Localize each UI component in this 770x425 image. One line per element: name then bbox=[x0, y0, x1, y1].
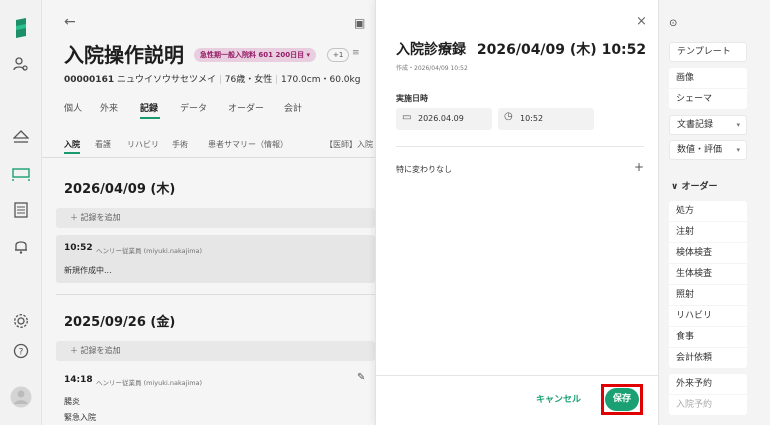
record-time: 10:52 bbox=[64, 243, 93, 253]
sidebar-item-outpatient-reservation[interactable]: 外来予約 bbox=[669, 374, 747, 394]
bed-icon[interactable] bbox=[0, 167, 42, 185]
divider bbox=[42, 157, 375, 158]
patient-record-panel: ← ▣ 入院操作説明 急性期一般入院料 601 200日目 ▾ +1 ≡ 000… bbox=[42, 0, 375, 425]
patient-body: 170.0cm・60.0kg bbox=[281, 75, 361, 85]
add-record-label: ＋ 記録を追加 bbox=[70, 213, 121, 222]
subtab-doctor-admission[interactable]: 【医師】入院 bbox=[325, 139, 373, 150]
patient-id: 00000161 bbox=[64, 75, 115, 85]
sidebar-item-radiation[interactable]: 照射 bbox=[669, 285, 747, 305]
record-body-line2: 緊急入院 bbox=[64, 413, 96, 422]
subtab-nursing[interactable]: 看護 bbox=[95, 139, 111, 150]
avatar[interactable] bbox=[0, 386, 42, 412]
sidebar-item-schema[interactable]: シェーマ bbox=[669, 89, 747, 109]
record-author: ヘンリー従業員 (miyuki.nakajima) bbox=[96, 247, 203, 255]
insurance-badge-label: 急性期一般入院料 601 200日目 bbox=[200, 51, 305, 59]
right-sidebar: ⊙ テンプレート 画像 シェーマ 文書記録 ▾ 数値・評価 ▾ ∨ オーダー 処方 … bbox=[658, 0, 770, 425]
doc-record-label: 文書記録 bbox=[677, 120, 714, 130]
sidebar-item-physiological-test[interactable]: 生体検査 bbox=[669, 264, 747, 284]
record-author: ヘンリー従業員 (miyuki.nakajima) bbox=[96, 379, 203, 387]
settings-icon[interactable] bbox=[0, 313, 42, 333]
svg-text:?: ? bbox=[19, 348, 24, 358]
patient-age-sex: 76歳・女性 bbox=[224, 75, 273, 85]
active-tab-indicator bbox=[140, 117, 160, 119]
record-card[interactable]: 10:52 ヘンリー従業員 (miyuki.nakajima) 新規作成中... bbox=[56, 235, 375, 283]
icon-rail: ? bbox=[0, 0, 42, 425]
close-icon[interactable]: × bbox=[636, 14, 647, 29]
patient-kana: ニュウイソウサセツメイ bbox=[116, 75, 216, 85]
tab-outpatient[interactable]: 外来 bbox=[100, 101, 118, 114]
chevron-down-icon: ∨ bbox=[671, 182, 679, 192]
section-label: 特に変わりなし bbox=[396, 165, 452, 174]
modal-title: 入院診療録 2026/04/09 (木) 10:52 bbox=[396, 39, 646, 59]
sidebar-item-meal[interactable]: 食事 bbox=[669, 327, 747, 347]
more-badges-button[interactable]: +1 bbox=[327, 48, 350, 62]
sidebar-item-specimen-test[interactable]: 検体検査 bbox=[669, 243, 747, 263]
subtab-summary[interactable]: 患者サマリー（情報） bbox=[208, 139, 288, 150]
clock-icon: ◷ bbox=[504, 111, 513, 122]
document-icon[interactable] bbox=[0, 202, 42, 222]
help-icon[interactable]: ? bbox=[0, 343, 42, 363]
sidebar-item-image[interactable]: 画像 bbox=[669, 68, 747, 88]
add-record-button[interactable]: ＋ 記録を追加 bbox=[56, 208, 375, 228]
bell-icon[interactable] bbox=[0, 238, 42, 258]
add-section-icon[interactable]: + bbox=[634, 160, 644, 174]
logo-icon[interactable] bbox=[0, 18, 42, 42]
subtab-admission[interactable]: 入院 bbox=[64, 139, 80, 150]
time-input[interactable]: ◷ 10:52 bbox=[498, 108, 594, 130]
active-subtab-indicator bbox=[64, 152, 80, 154]
date-value: 2026.04.09 bbox=[418, 114, 464, 123]
patient-info: 00000161 ニュウイソウサセツメイ | 76歳・女性 | 170.0cm・… bbox=[64, 75, 361, 85]
add-record-label: ＋ 記録を追加 bbox=[70, 346, 121, 355]
subtab-surgery[interactable]: 手術 bbox=[172, 139, 188, 150]
divider bbox=[396, 146, 644, 147]
eject-icon[interactable] bbox=[0, 130, 42, 148]
footer-divider bbox=[376, 375, 659, 376]
record-editor-modal: × 入院診療録 2026/04/09 (木) 10:52 作成・2026/04/… bbox=[375, 0, 659, 425]
sidebar-item-admission-reservation[interactable]: 入院予約 bbox=[669, 395, 747, 415]
field-label: 実施日時 bbox=[396, 94, 428, 103]
sidebar-item-injection[interactable]: 注射 bbox=[669, 222, 747, 242]
menu-icon[interactable]: ≡ bbox=[352, 48, 360, 58]
patient-name: 入院操作説明 bbox=[64, 43, 184, 67]
modal-title-text: 入院診療録 bbox=[396, 42, 466, 58]
record-date-heading: 2025/09/26 (金) bbox=[64, 315, 176, 330]
modal-datetime: 2026/04/09 (木) 10:52 bbox=[476, 42, 647, 58]
date-input[interactable]: ▭ 2026.04.09 bbox=[396, 108, 492, 130]
back-button[interactable]: ← bbox=[64, 14, 76, 30]
sidebar-item-rehab[interactable]: リハビリ bbox=[669, 306, 747, 326]
time-value: 10:52 bbox=[520, 114, 544, 123]
record-body: 腸炎 bbox=[64, 397, 80, 406]
save-button[interactable]: 保存 bbox=[605, 388, 639, 411]
sidebar-item-billing-request[interactable]: 会計依頼 bbox=[669, 348, 747, 368]
tab-records[interactable]: 記録 bbox=[140, 101, 158, 114]
divider bbox=[56, 294, 375, 295]
chevron-down-icon: ▾ bbox=[736, 146, 740, 154]
sidebar-item-prescription[interactable]: 処方 bbox=[669, 201, 747, 221]
template-button[interactable]: テンプレート bbox=[669, 42, 747, 62]
order-header-label: オーダー bbox=[681, 182, 718, 192]
insurance-badge[interactable]: 急性期一般入院料 601 200日目 ▾ bbox=[194, 48, 317, 62]
record-time: 14:18 bbox=[64, 375, 93, 385]
tab-order[interactable]: オーダー bbox=[228, 101, 264, 114]
value-eval-label: 数値・評価 bbox=[677, 145, 723, 155]
tab-billing[interactable]: 会計 bbox=[284, 101, 302, 114]
doc-record-dropdown[interactable]: 文書記録 ▾ bbox=[669, 115, 747, 135]
subtab-rehab[interactable]: リハビリ bbox=[127, 139, 159, 150]
print-icon[interactable]: ▣ bbox=[354, 16, 365, 30]
modal-meta: 作成・2026/04/09 10:52 bbox=[396, 65, 468, 72]
chevron-down-icon: ▾ bbox=[736, 121, 740, 129]
add-record-button[interactable]: ＋ 記録を追加 bbox=[56, 341, 375, 361]
record-date-heading: 2026/04/09 (木) bbox=[64, 182, 176, 197]
tab-personal[interactable]: 個人 bbox=[64, 101, 82, 114]
record-body: 新規作成中... bbox=[64, 266, 112, 275]
user-search-icon[interactable] bbox=[0, 56, 42, 76]
tab-data[interactable]: データ bbox=[180, 101, 207, 114]
order-section-header[interactable]: ∨ オーダー bbox=[671, 179, 717, 192]
edit-icon[interactable]: ✎ bbox=[357, 372, 365, 383]
expand-icon[interactable]: ⊙ bbox=[669, 18, 677, 29]
cancel-button[interactable]: キャンセル bbox=[536, 392, 581, 405]
value-eval-dropdown[interactable]: 数値・評価 ▾ bbox=[669, 140, 747, 160]
calendar-icon: ▭ bbox=[402, 112, 412, 123]
